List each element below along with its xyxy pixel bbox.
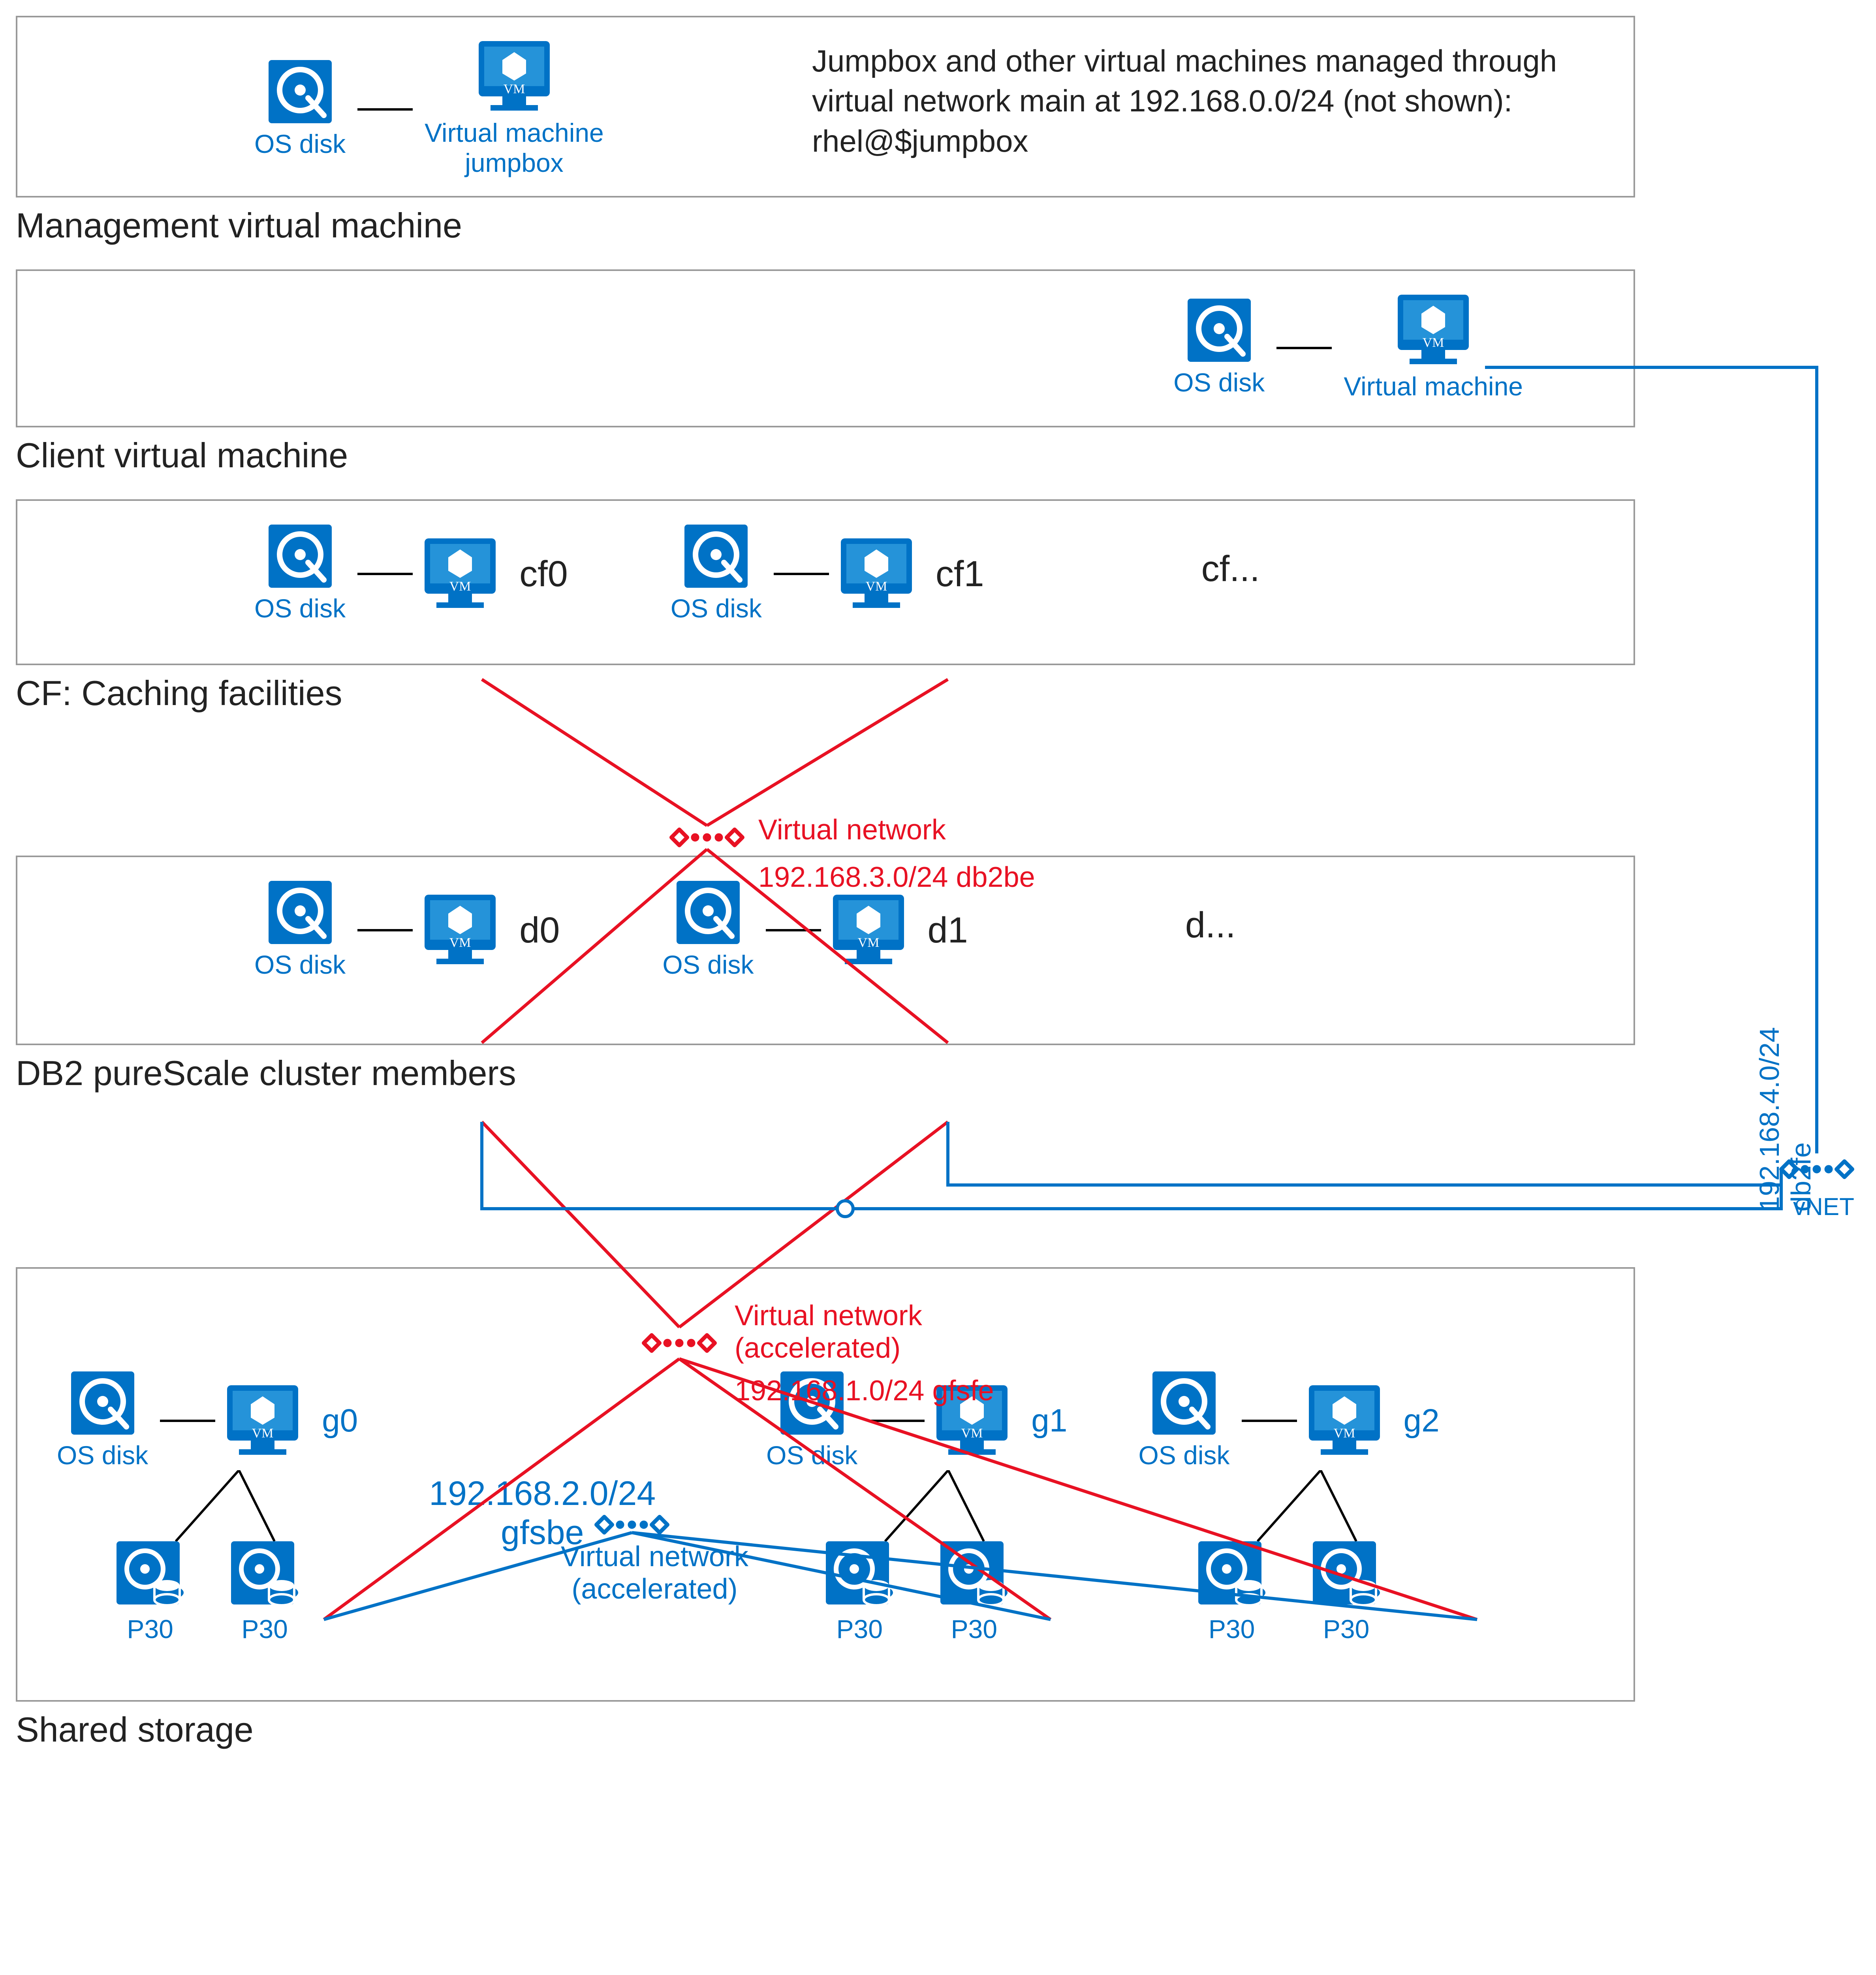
db2-layer: OS disk d0 OS disk d1 d... [16, 856, 1635, 1045]
os-disk-icon: OS disk [1138, 1371, 1229, 1470]
p30-label: P30 [836, 1614, 883, 1644]
gfsbe-subnet: 192.168.2.0/24 gfsbe [429, 1474, 656, 1552]
os-disk-label: OS disk [1138, 1440, 1229, 1470]
fanout-lines [1190, 1470, 1388, 1541]
os-disk-icon: OS disk [57, 1371, 148, 1470]
p30-disk-icon: P30 [1313, 1541, 1380, 1644]
os-disk-icon: OS disk [662, 881, 754, 980]
os-disk-label: OS disk [671, 593, 762, 623]
cf-layer: OS disk cf0 OS disk cf1 cf... [16, 499, 1635, 665]
os-disk-label: OS disk [254, 950, 346, 980]
connector [357, 929, 413, 931]
jumpbox-node: OS disk Virtual machine jumpbox [254, 41, 604, 178]
connector [766, 929, 821, 931]
p30-disk-icon: P30 [940, 1541, 1008, 1644]
vm-icon: Virtual machine jumpbox [425, 41, 604, 178]
os-disk-icon: OS disk [766, 1371, 857, 1470]
cf0-label: cf0 [519, 553, 568, 595]
fanout-lines [818, 1470, 1015, 1541]
os-disk-label: OS disk [662, 950, 754, 980]
connector [357, 108, 413, 111]
p30-disk-icon: P30 [231, 1541, 298, 1644]
d0-node: OS disk d0 [254, 881, 560, 980]
os-disk-icon: OS disk [254, 525, 346, 623]
management-layer: OS disk Virtual machine jumpbox Jumpbox … [16, 16, 1635, 198]
cf0-node: OS disk cf0 [254, 525, 568, 623]
d1-label: d1 [928, 910, 968, 951]
vm-label: Virtual machine jumpbox [425, 118, 604, 178]
shared-title: Shared storage [16, 1710, 1876, 1750]
g2-node: OS disk g2 [1138, 1371, 1439, 1470]
p30-label: P30 [241, 1614, 288, 1644]
connector [160, 1420, 215, 1422]
db2-title: DB2 pureScale cluster members [16, 1053, 1876, 1093]
g2-label: g2 [1404, 1402, 1440, 1439]
g0-label: g0 [322, 1402, 358, 1439]
os-disk-icon: OS disk [1173, 299, 1265, 397]
p30-label: P30 [1209, 1614, 1255, 1644]
d0-label: d0 [519, 910, 560, 951]
os-disk-label: OS disk [1173, 367, 1265, 397]
client-layer: OS disk Virtual machine [16, 269, 1635, 427]
p30-label: P30 [951, 1614, 997, 1644]
p30-disk-icon: P30 [826, 1541, 893, 1644]
os-disk-icon: OS disk [254, 60, 346, 159]
p30-label: P30 [1323, 1614, 1369, 1644]
os-disk-icon: OS disk [254, 881, 346, 980]
connector [1276, 347, 1332, 349]
cf-more-label: cf... [1201, 548, 1260, 590]
os-disk-label: OS disk [766, 1440, 857, 1470]
client-title: Client virtual machine [16, 435, 1876, 476]
management-title: Management virtual machine [16, 205, 1876, 246]
os-disk-label: OS disk [254, 593, 346, 623]
g1-label: g1 [1031, 1402, 1067, 1439]
vm-icon: Virtual machine [1344, 295, 1523, 401]
vm-icon [425, 895, 496, 966]
vm-label: Virtual machine [1344, 371, 1523, 401]
fanout-lines [109, 1470, 306, 1541]
connector [357, 573, 413, 575]
vm-icon [841, 538, 912, 609]
g0-node: OS disk g0 [57, 1371, 358, 1470]
cf1-label: cf1 [936, 553, 984, 595]
p30-disk-icon: P30 [1198, 1541, 1265, 1644]
connector [774, 573, 829, 575]
p30-disk-icon: P30 [117, 1541, 184, 1644]
connector [1242, 1420, 1297, 1422]
shared-layer: OS disk g0 P30 P30 [16, 1267, 1635, 1702]
d1-node: OS disk d1 [662, 881, 968, 980]
os-disk-label: OS disk [57, 1440, 148, 1470]
os-disk-label: OS disk [254, 129, 346, 159]
vm-icon [833, 895, 904, 966]
cf1-node: OS disk cf1 [671, 525, 984, 623]
vm-icon [227, 1385, 298, 1456]
cf-title: CF: Caching facilities [16, 673, 1876, 713]
vm-icon [1309, 1385, 1380, 1456]
connector [869, 1420, 925, 1422]
p30-label: P30 [127, 1614, 173, 1644]
d-more-label: d... [1185, 905, 1236, 946]
client-node: OS disk Virtual machine [1173, 295, 1523, 401]
os-disk-icon: OS disk [671, 525, 762, 623]
management-note: Jumpbox and other virtual machines manag… [812, 41, 1602, 161]
vm-icon [936, 1385, 1008, 1456]
g1-node: OS disk g1 [766, 1371, 1067, 1470]
vm-icon [425, 538, 496, 609]
